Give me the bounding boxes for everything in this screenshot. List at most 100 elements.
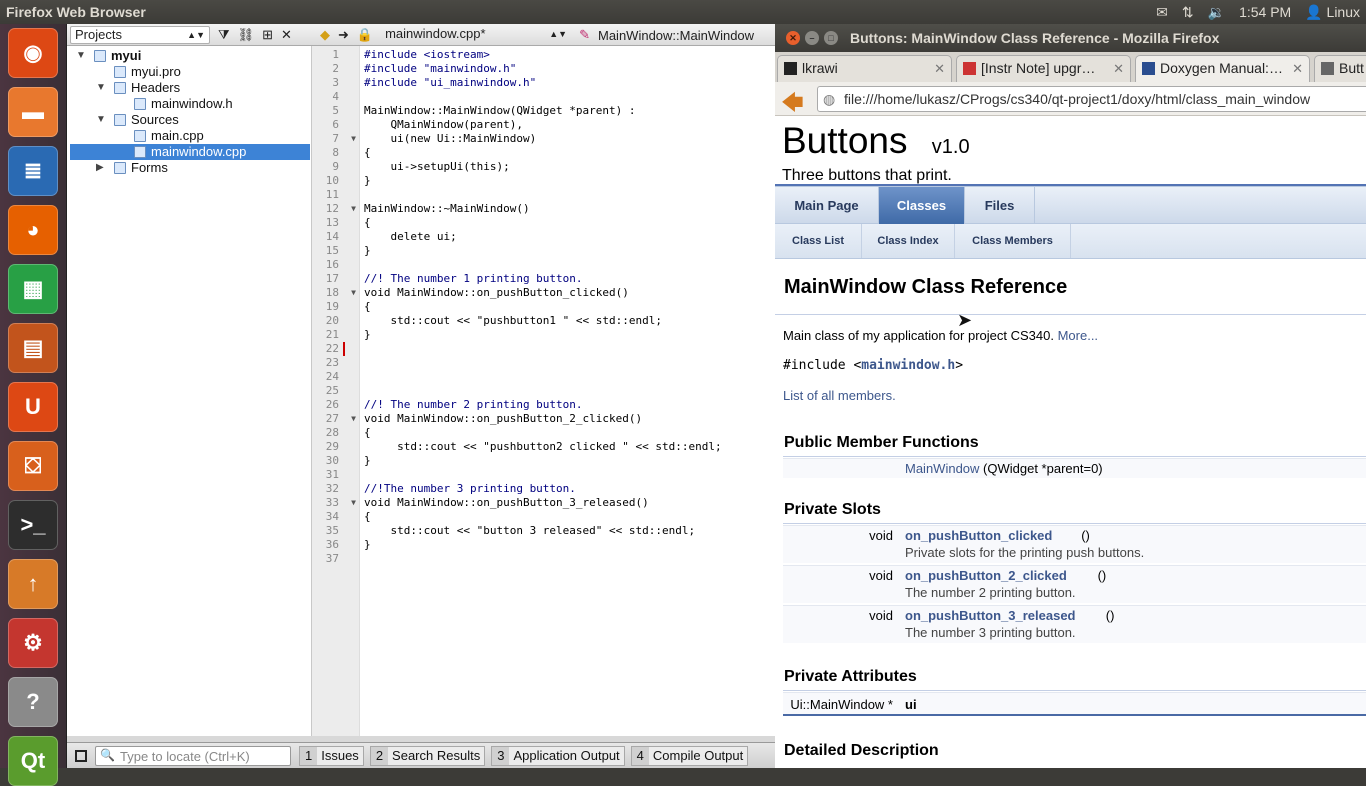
close-window-button[interactable]: ✕: [786, 31, 800, 45]
nav-tab-files[interactable]: Files: [965, 187, 1035, 224]
expand-right-icon[interactable]: ▶: [96, 160, 104, 176]
mail-icon[interactable]: ✉: [1156, 4, 1168, 21]
mainwindow-link[interactable]: MainWindow: [905, 461, 979, 476]
expand-down-icon[interactable]: ▼: [96, 80, 106, 96]
class-description: Main class of my application for project…: [783, 328, 1098, 343]
url-bar[interactable]: ◍ file:///home/lukasz/CProgs/cs340/qt-pr…: [817, 86, 1366, 112]
tree-item[interactable]: ▼ Headers: [70, 80, 180, 96]
locator-input[interactable]: 🔍 Type to locate (Ctrl+K): [95, 745, 291, 766]
nav-back-icon[interactable]: ◆: [320, 27, 330, 43]
more-link[interactable]: More...: [1058, 328, 1098, 343]
launcher-libreoffice-writer[interactable]: ≣: [8, 146, 58, 196]
launcher-terminal[interactable]: >_: [8, 500, 58, 550]
code-line: MainWindow::MainWindow(QWidget *parent) …: [364, 104, 636, 117]
launcher-update-manager[interactable]: ↑: [8, 559, 58, 609]
launcher-files[interactable]: ▬: [8, 87, 58, 137]
expand-down-icon[interactable]: ▼: [96, 112, 106, 128]
launcher-qt-creator[interactable]: Qt: [8, 736, 58, 786]
slot-link[interactable]: on_pushButton_3_released: [905, 608, 1076, 623]
favicon-icon: [784, 62, 797, 75]
nav-forward-icon[interactable]: ➜: [338, 27, 349, 43]
clock[interactable]: 1:54 PM: [1239, 4, 1291, 20]
browser-tab[interactable]: Butt: [1314, 55, 1366, 82]
tree-item[interactable]: mainwindow.cpp: [70, 144, 310, 160]
code-line: std::cout << "button 3 released" << std:…: [364, 524, 696, 537]
tree-item[interactable]: main.cpp: [70, 128, 204, 144]
qt-creator-window: Projects ▲▼ ⧩ ⛓ ⊞ ✕ ◆ ➜ 🔒 mainwindow.cpp*…: [67, 24, 775, 768]
open-documents-combo[interactable]: mainwindow.cpp* ▲▼: [381, 26, 571, 44]
attribute-name[interactable]: ui: [905, 697, 917, 712]
code-line: }: [364, 538, 371, 551]
symbol-icon: ✎: [579, 27, 590, 42]
tree-item[interactable]: ▼ Sources: [70, 112, 179, 128]
launcher-help[interactable]: ?: [8, 677, 58, 727]
link-editor-icon[interactable]: ⛓: [238, 27, 255, 43]
code-line: void MainWindow::on_pushButton_3_release…: [364, 496, 649, 509]
slot-row: void on_pushButton_2_clicked () The number …: [783, 565, 1366, 603]
list-members-link[interactable]: List of all members.: [783, 388, 896, 403]
code-line: }: [364, 328, 371, 341]
private-slots-heading: Private Slots: [784, 501, 881, 518]
close-pane-icon[interactable]: ✕: [281, 27, 292, 43]
output-pane-application-output[interactable]: 3 Application Output: [491, 745, 625, 766]
slot-description: Private slots for the printing push butt…: [905, 545, 1145, 560]
line-number: 19: [325, 300, 339, 313]
launcher-ubuntu-one[interactable]: U: [8, 382, 58, 432]
minimize-window-button[interactable]: –: [805, 31, 819, 45]
include-file-link[interactable]: mainwindow.h: [861, 358, 955, 373]
fold-marker-icon[interactable]: ▼: [351, 204, 356, 213]
subnav-class-members[interactable]: Class Members: [955, 224, 1071, 258]
tab-close-icon[interactable]: ✕: [1292, 56, 1303, 81]
fold-marker-icon[interactable]: ▼: [351, 134, 356, 143]
firefox-window: ✕ – □ Buttons: MainWindow Class Referenc…: [775, 24, 1366, 768]
filter-icon[interactable]: ⧩: [218, 27, 230, 43]
tree-item[interactable]: ▼ myui: [70, 48, 141, 64]
tree-item[interactable]: myui.pro: [70, 64, 181, 80]
nav-tab-main-page[interactable]: Main Page: [775, 187, 879, 224]
output-pane-issues[interactable]: 1 Issues: [299, 745, 364, 766]
expand-down-icon[interactable]: ▼: [76, 48, 86, 64]
split-icon[interactable]: ⊞: [262, 27, 273, 43]
browser-tab[interactable]: [Instr Note] upgr… ✕: [956, 55, 1131, 82]
launcher-software-center[interactable]: ⛋: [8, 441, 58, 491]
user-menu[interactable]: 👤 Linux: [1305, 4, 1360, 21]
tab-close-icon[interactable]: ✕: [934, 56, 945, 81]
subnav-class-index[interactable]: Class Index: [862, 224, 955, 258]
combo-arrow-icon: ▲▼: [549, 29, 568, 39]
divider: [775, 314, 1366, 315]
launcher-firefox[interactable]: ◕: [8, 205, 58, 255]
fold-marker-icon[interactable]: ▼: [351, 498, 356, 507]
slot-link[interactable]: on_pushButton_clicked: [905, 528, 1052, 543]
volume-icon[interactable]: 🔉: [1208, 4, 1225, 21]
maximize-window-button[interactable]: □: [824, 31, 838, 45]
launcher-libreoffice-calc[interactable]: ▦: [8, 264, 58, 314]
slot-args: (): [1081, 528, 1090, 543]
symbol-combo[interactable]: MainWindow::MainWindow: [598, 28, 754, 43]
nav-tab-classes[interactable]: Classes: [879, 187, 965, 224]
tab-close-icon[interactable]: ✕: [1113, 56, 1124, 81]
tree-item[interactable]: ▶ Forms: [70, 160, 168, 176]
slot-link[interactable]: on_pushButton_2_clicked: [905, 568, 1067, 583]
subnav-class-list[interactable]: Class List: [775, 224, 862, 258]
projects-view-combo[interactable]: Projects ▲▼: [70, 26, 210, 44]
launcher-system-settings[interactable]: ⚙: [8, 618, 58, 668]
toggle-sidebar-icon[interactable]: [75, 749, 87, 762]
launcher-ubuntu-dash[interactable]: ◉: [8, 28, 58, 78]
output-pane-compile-output[interactable]: 4 Compile Output: [630, 745, 749, 766]
line-number: 36: [325, 538, 339, 551]
fold-marker-icon[interactable]: ▼: [351, 414, 356, 423]
page-heading: MainWindow Class Reference: [784, 276, 1068, 298]
active-app-title: Firefox Web Browser: [6, 4, 146, 20]
member-args: (QWidget *parent=0): [983, 461, 1103, 476]
fold-marker-icon[interactable]: ▼: [351, 288, 356, 297]
slot-description: The number 3 printing button.: [905, 625, 1076, 640]
code-line: {: [364, 426, 371, 439]
network-icon[interactable]: ⇅: [1182, 4, 1194, 21]
browser-tab[interactable]: Doxygen Manual:… ✕: [1135, 55, 1310, 82]
tree-item[interactable]: mainwindow.h: [70, 96, 233, 112]
attribute-type: Ui::MainWindow *: [790, 697, 893, 712]
browser-tab[interactable]: lkrawi ✕: [777, 55, 952, 82]
code-editor[interactable]: #include <iostream> #include "mainwindow.…: [360, 46, 775, 736]
launcher-libreoffice-impress[interactable]: ▤: [8, 323, 58, 373]
output-pane-search-results[interactable]: 2 Search Results: [369, 745, 486, 766]
